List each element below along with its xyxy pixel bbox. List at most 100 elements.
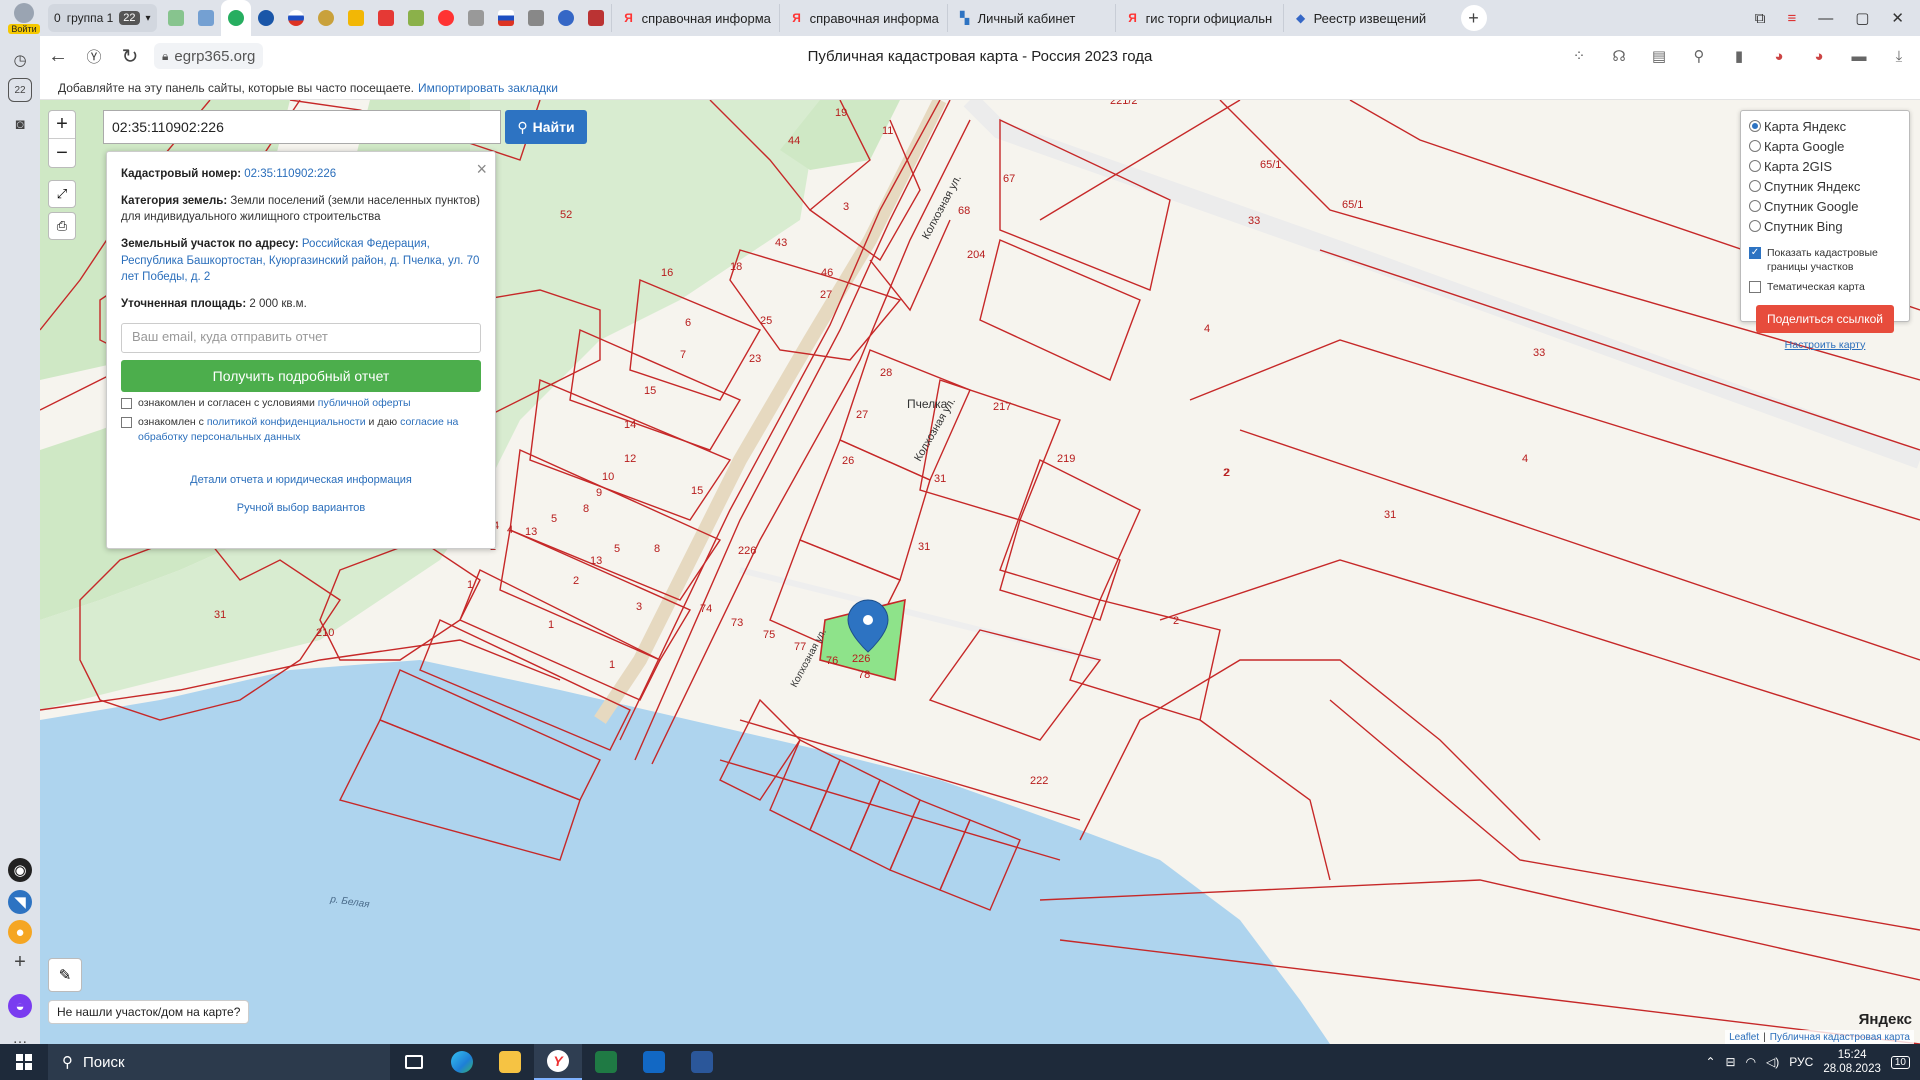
reader-icon[interactable]: ▤	[1648, 45, 1670, 67]
alice-icon[interactable]: ◉	[8, 858, 32, 882]
layer-option[interactable]: Спутник Bing	[1749, 216, 1901, 236]
tab-2[interactable]: ▚ Личный кабинет	[946, 4, 1115, 32]
radio-icon[interactable]	[1749, 200, 1761, 212]
login-button[interactable]: Войти	[0, 0, 48, 36]
chevron-down-icon[interactable]: ▾	[146, 13, 151, 24]
ruler-icon[interactable]: ✎	[48, 958, 82, 992]
tab-favicon[interactable]	[521, 4, 551, 32]
zoom-out-button[interactable]: −	[49, 139, 75, 167]
tab-favicon[interactable]	[401, 4, 431, 32]
chevron-up-icon[interactable]: ⌃	[1705, 1055, 1715, 1069]
offer-link[interactable]: публичной оферты	[318, 397, 411, 409]
extension-a-icon[interactable]: ◕	[1768, 45, 1790, 67]
tab-favicon[interactable]	[581, 4, 611, 32]
wifi-icon[interactable]: ◠	[1746, 1055, 1756, 1069]
tab-favicon[interactable]	[191, 4, 221, 32]
cadastral-map[interactable]: 226 19 44 11 221/2 65/1 65/1 33 3 67 68 52 43 204 18 1…	[40, 100, 1920, 1044]
close-icon[interactable]: ×	[476, 156, 487, 182]
layer-option[interactable]: Карта Яндекс	[1749, 116, 1901, 136]
print-icon[interactable]: ⎙	[48, 212, 76, 240]
tab-favicon[interactable]	[281, 4, 311, 32]
zen-icon[interactable]: ●	[8, 920, 32, 944]
layer-option[interactable]: Карта Google	[1749, 136, 1901, 156]
outlook-icon[interactable]	[630, 1044, 678, 1080]
new-tab-button[interactable]: +	[1460, 5, 1487, 31]
assistant-icon[interactable]: ◒	[8, 994, 32, 1018]
thematic-toggle[interactable]: Тематическая карта	[1749, 280, 1901, 294]
cadnum-link[interactable]: 02:35:110902:226	[244, 168, 336, 180]
tab-favicon[interactable]	[371, 4, 401, 32]
bookmark-icon[interactable]: ▮	[1728, 45, 1750, 67]
manual-select-link[interactable]: Ручной выбор вариантов	[237, 502, 365, 514]
report-details-link[interactable]: Детали отчета и юридическая информация	[190, 474, 412, 486]
yandex-browser-icon[interactable]: Y	[534, 1044, 582, 1080]
tab-1[interactable]: Ясправочная информа	[778, 4, 947, 32]
pkk-link[interactable]: Публичная кадастровая карта	[1770, 1032, 1910, 1043]
privacy-link[interactable]: политикой конфиденциальности	[207, 416, 366, 428]
tab-list-icon[interactable]: ⧉	[1755, 10, 1766, 27]
task-view-icon[interactable]	[390, 1044, 438, 1080]
yandex-home-button[interactable]: Ⓨ	[76, 38, 112, 74]
network-icon[interactable]: ⊟	[1726, 1055, 1736, 1069]
clock[interactable]: 15:24 28.08.2023	[1823, 1048, 1881, 1077]
radio-icon[interactable]	[1749, 140, 1761, 152]
extensions-icon[interactable]: ⁘	[1568, 45, 1590, 67]
leaflet-link[interactable]: Leaflet	[1729, 1032, 1759, 1043]
radio-icon[interactable]	[1749, 180, 1761, 192]
tab-4[interactable]: ◆ Реестр извещений	[1282, 4, 1451, 32]
tab-favicon[interactable]	[431, 4, 461, 32]
messenger-icon[interactable]: ◥	[8, 890, 32, 914]
explorer-icon[interactable]	[486, 1044, 534, 1080]
layer-option[interactable]: Спутник Google	[1749, 196, 1901, 216]
tab-favicon[interactable]	[251, 4, 281, 32]
zoom-in-button[interactable]: +	[49, 111, 75, 139]
reload-button[interactable]: ↻	[112, 38, 148, 74]
notification-icon[interactable]: 10	[1890, 1055, 1910, 1069]
add-panel-icon[interactable]: +	[8, 950, 32, 974]
back-button[interactable]: ←	[40, 38, 76, 74]
email-field[interactable]: Ваш email, куда отправить отчет	[121, 322, 481, 353]
tab-favicon[interactable]	[461, 4, 491, 32]
tab-favicon[interactable]	[491, 4, 521, 32]
not-found-button[interactable]: Не нашли участок/дом на карте?	[48, 1000, 250, 1024]
tab-favicon[interactable]	[311, 4, 341, 32]
url-field[interactable]: 🔒︎ egrp365.org	[154, 43, 264, 69]
tab-favicon[interactable]	[341, 4, 371, 32]
word-icon[interactable]	[678, 1044, 726, 1080]
fullscreen-icon[interactable]: ⤢	[48, 180, 76, 208]
calendar-icon[interactable]: 22	[8, 78, 32, 102]
menu-icon[interactable]: ≡	[1787, 10, 1796, 27]
radio-icon[interactable]	[1749, 120, 1761, 132]
translate-icon[interactable]: ⚲	[1688, 45, 1710, 67]
show-borders-toggle[interactable]: ✓ Показать кадастровые границы участков	[1749, 246, 1901, 274]
downloads-icon[interactable]: ⤓	[1888, 45, 1910, 67]
tab-favicon[interactable]	[161, 4, 191, 32]
checkbox-checked-icon[interactable]: ✓	[1749, 247, 1761, 259]
radio-icon[interactable]	[1749, 220, 1761, 232]
search-button[interactable]: ⚲ Найти	[505, 110, 587, 144]
cadastral-search-input[interactable]: 02:35:110902:226	[103, 110, 501, 144]
extension-b-icon[interactable]: ◕	[1808, 45, 1830, 67]
tab-group[interactable]: 0 группа 1 22 ▾	[48, 4, 157, 32]
maximize-button[interactable]: ▢	[1855, 9, 1869, 27]
tab-0[interactable]: Ясправочная информа	[610, 4, 779, 32]
layer-option[interactable]: Спутник Яндекс	[1749, 176, 1901, 196]
minimize-button[interactable]: —	[1818, 10, 1833, 27]
history-icon[interactable]: ◷	[8, 48, 32, 72]
get-report-button[interactable]: Получить подробный отчет	[121, 359, 481, 392]
tab-3[interactable]: Ягис торги официальн	[1114, 4, 1283, 32]
language-indicator[interactable]: РУС	[1789, 1055, 1813, 1069]
import-bookmarks-link[interactable]: Импортировать закладки	[418, 81, 558, 95]
tab-active[interactable]	[220, 0, 251, 36]
offer-checkbox[interactable]	[121, 397, 132, 409]
configure-map-link[interactable]: Настроить карту	[1749, 339, 1901, 351]
protect-icon[interactable]: ▬	[1848, 45, 1870, 67]
start-button[interactable]	[0, 1044, 48, 1080]
layer-option[interactable]: Карта 2GIS	[1749, 156, 1901, 176]
share-link-button[interactable]: Поделиться ссылкой	[1756, 304, 1894, 333]
radio-icon[interactable]	[1749, 160, 1761, 172]
close-window-button[interactable]: ✕	[1891, 9, 1904, 27]
privacy-checkbox[interactable]	[121, 416, 132, 428]
taskbar-search[interactable]: ⚲ Поиск	[48, 1044, 390, 1080]
camera-icon[interactable]: ◙	[8, 112, 32, 136]
